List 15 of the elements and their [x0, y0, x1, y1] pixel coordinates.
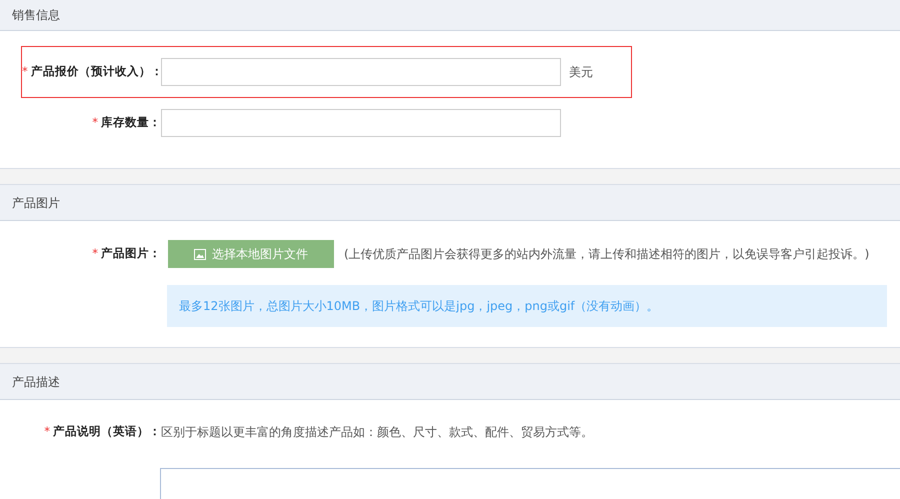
section-title: 产品图片	[12, 194, 60, 212]
hint-text: (上传优质产品图片会获得更多的站内外流量，请上传和描述相符的图片，以免误导客户引起投诉。)	[344, 246, 870, 263]
field-label: * 产品图片：	[91, 245, 161, 262]
unit-label: 美元	[569, 64, 593, 81]
text-input[interactable]	[161, 58, 561, 86]
text-input[interactable]	[161, 109, 561, 137]
image-icon	[194, 248, 206, 260]
hint-text: 区别于标题以更丰富的角度描述产品如：颜色、尺寸、款式、配件、贸易方式等。	[161, 424, 593, 441]
info-message: 最多12张图片，总图片大小10MB，图片格式可以是jpg，jpeg，png或gif（没有动画）。	[167, 285, 887, 327]
field-label: * 产品报价（预计收入）：	[22, 63, 161, 80]
field-label: * 库存数量：	[91, 114, 161, 132]
field-label: * 产品说明（英语）：	[43, 423, 161, 440]
section-title: 销售信息	[12, 7, 60, 24]
section-title: 产品描述	[12, 374, 60, 390]
upload-button[interactable]: 选择本地图片文件	[168, 240, 334, 268]
